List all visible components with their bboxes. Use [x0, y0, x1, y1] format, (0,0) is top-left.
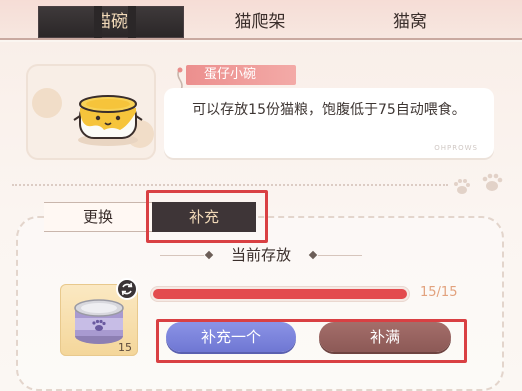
- swap-arrows-icon: [121, 282, 133, 296]
- egg-bowl-icon: [73, 95, 143, 146]
- title-line-right: [318, 255, 362, 256]
- item-description-box: 可以存放15份猫粮，饱腹低于75自动喂食。 OHPROWS: [164, 88, 494, 158]
- tab-cat-tree[interactable]: 猫爬架: [200, 6, 320, 38]
- item-name-label: 蛋仔小碗: [186, 65, 296, 85]
- tab-cat-bowl[interactable]: 猫碗: [38, 6, 184, 38]
- storage-progress-bar: [150, 286, 410, 302]
- item-preview-card: [26, 64, 156, 160]
- storage-title: 当前存放: [230, 246, 291, 264]
- storage-progress-text: 15/15: [420, 285, 458, 300]
- tab-cat-bed[interactable]: 猫窝: [350, 6, 470, 38]
- item-description: 可以存放15份猫粮，饱腹低于75自动喂食。: [192, 102, 466, 118]
- category-tabs: 猫碗 猫爬架 猫窝: [0, 0, 522, 40]
- tab-replace[interactable]: 更换: [44, 202, 152, 232]
- highlight-buttons: [156, 319, 467, 363]
- storage-progress-fill: [153, 289, 407, 299]
- card-spot: [32, 88, 62, 118]
- description-watermark: OHPROWS: [434, 144, 478, 152]
- swap-icon[interactable]: [116, 278, 138, 300]
- highlight-refill-tab: [146, 190, 268, 243]
- paw-prints-icon: [454, 173, 503, 194]
- divider: [12, 184, 448, 186]
- food-count: 15: [118, 341, 132, 354]
